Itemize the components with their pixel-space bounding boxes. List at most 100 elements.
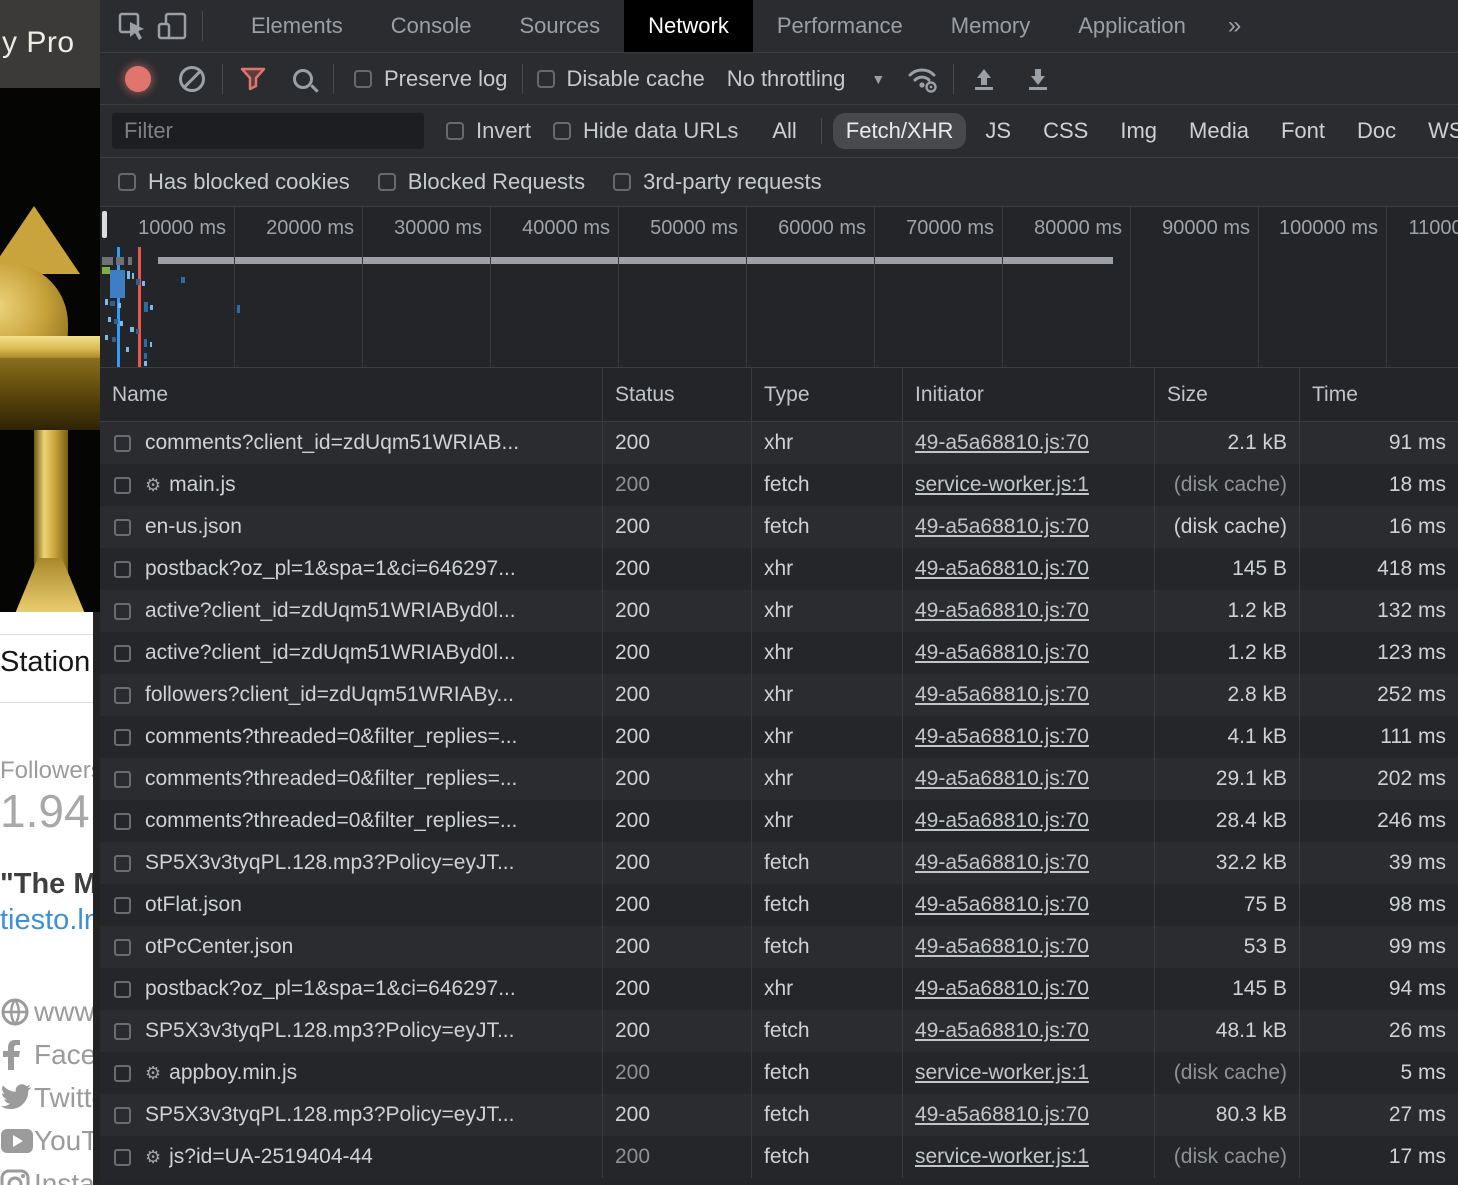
initiator-link[interactable]: 49-a5a68810.js:70	[915, 431, 1089, 455]
initiator-link[interactable]: 49-a5a68810.js:70	[915, 515, 1089, 539]
hide-data-urls-checkbox[interactable]	[553, 122, 571, 140]
row-checkbox[interactable]	[114, 1107, 131, 1124]
initiator-link[interactable]: 49-a5a68810.js:70	[915, 683, 1089, 707]
social-link-insta[interactable]: Insta	[0, 1162, 100, 1185]
blocked-requests-toggle[interactable]: Blocked Requests	[378, 169, 585, 195]
initiator-link[interactable]: 49-a5a68810.js:70	[915, 809, 1089, 833]
row-checkbox[interactable]	[114, 981, 131, 998]
column-header-initiator[interactable]: Initiator	[903, 368, 1155, 421]
has-blocked-cookies-toggle[interactable]: Has blocked cookies	[118, 169, 350, 195]
initiator-link[interactable]: 49-a5a68810.js:70	[915, 641, 1089, 665]
clear-icon[interactable]	[172, 61, 212, 97]
table-row[interactable]: ⚙js?id=UA-2519404-44200fetchservice-work…	[100, 1136, 1458, 1178]
column-header-size[interactable]: Size	[1155, 368, 1300, 421]
social-link-youtu[interactable]: YouTu	[0, 1119, 100, 1162]
preserve-log-checkbox[interactable]	[354, 70, 372, 88]
checkbox[interactable]	[118, 173, 136, 191]
row-checkbox[interactable]	[114, 771, 131, 788]
tab-performance[interactable]: Performance	[753, 0, 927, 52]
filter-type-js[interactable]: JS	[972, 113, 1024, 149]
filter-icon[interactable]	[233, 61, 273, 97]
initiator-link[interactable]: service-worker.js:1	[915, 1145, 1089, 1169]
table-row[interactable]: followers?client_id=zdUqm51WRIABy...200x…	[100, 674, 1458, 716]
column-header-status[interactable]: Status	[603, 368, 752, 421]
tab-elements[interactable]: Elements	[227, 0, 367, 52]
disable-cache-checkbox[interactable]	[537, 70, 555, 88]
table-row[interactable]: active?client_id=zdUqm51WRIAByd0l...200x…	[100, 632, 1458, 674]
checkbox[interactable]	[378, 173, 396, 191]
row-checkbox[interactable]	[114, 1023, 131, 1040]
invert-checkbox[interactable]	[446, 122, 464, 140]
social-link-www[interactable]: www.	[0, 990, 100, 1033]
hide-data-urls-toggle[interactable]: Hide data URLs	[553, 118, 738, 144]
column-header-type[interactable]: Type	[752, 368, 903, 421]
throttling-select[interactable]: No throttling ▼	[727, 66, 885, 92]
row-checkbox[interactable]	[114, 729, 131, 746]
table-row[interactable]: comments?threaded=0&filter_replies=...20…	[100, 758, 1458, 800]
initiator-link[interactable]: 49-a5a68810.js:70	[915, 935, 1089, 959]
table-row[interactable]: comments?threaded=0&filter_replies=...20…	[100, 716, 1458, 758]
initiator-link[interactable]: 49-a5a68810.js:70	[915, 1103, 1089, 1127]
timeline-overview[interactable]: 10000 ms20000 ms30000 ms40000 ms50000 ms…	[100, 207, 1458, 368]
filter-type-all[interactable]: All	[759, 113, 809, 149]
initiator-link[interactable]: 49-a5a68810.js:70	[915, 977, 1089, 1001]
checkbox[interactable]	[613, 173, 631, 191]
preserve-log-toggle[interactable]: Preserve log	[354, 66, 508, 92]
initiator-link[interactable]: 49-a5a68810.js:70	[915, 893, 1089, 917]
table-row[interactable]: postback?oz_pl=1&spa=1&ci=646297...200xh…	[100, 548, 1458, 590]
tab-sources[interactable]: Sources	[495, 0, 624, 52]
column-header-name[interactable]: Name	[100, 368, 603, 421]
import-har-icon[interactable]	[964, 61, 1004, 97]
row-checkbox[interactable]	[114, 645, 131, 662]
row-checkbox[interactable]	[114, 897, 131, 914]
table-row[interactable]: SP5X3v3tyqPL.128.mp3?Policy=eyJT...200fe…	[100, 842, 1458, 884]
station-tab-label[interactable]: Station	[0, 646, 90, 679]
table-row[interactable]: ⚙appboy.min.js200fetchservice-worker.js:…	[100, 1052, 1458, 1094]
initiator-link[interactable]: service-worker.js:1	[915, 473, 1089, 497]
initiator-link[interactable]: service-worker.js:1	[915, 1061, 1089, 1085]
tab-console[interactable]: Console	[367, 0, 496, 52]
row-checkbox[interactable]	[114, 855, 131, 872]
network-conditions-icon[interactable]	[903, 61, 943, 97]
row-checkbox[interactable]	[114, 813, 131, 830]
row-checkbox[interactable]	[114, 519, 131, 536]
row-checkbox[interactable]	[114, 939, 131, 956]
row-checkbox[interactable]	[114, 1149, 131, 1166]
disable-cache-toggle[interactable]: Disable cache	[537, 66, 705, 92]
initiator-link[interactable]: 49-a5a68810.js:70	[915, 851, 1089, 875]
filter-type-css[interactable]: CSS	[1030, 113, 1101, 149]
export-har-icon[interactable]	[1018, 61, 1058, 97]
initiator-link[interactable]: 49-a5a68810.js:70	[915, 725, 1089, 749]
table-row[interactable]: SP5X3v3tyqPL.128.mp3?Policy=eyJT...200fe…	[100, 1094, 1458, 1136]
record-icon[interactable]	[118, 61, 158, 97]
column-header-time[interactable]: Time	[1300, 368, 1458, 421]
row-checkbox[interactable]	[114, 435, 131, 452]
tab-application[interactable]: Application	[1054, 0, 1210, 52]
promo-link[interactable]: tiesto.lnk	[0, 904, 100, 937]
table-row[interactable]: active?client_id=zdUqm51WRIAByd0l...200x…	[100, 590, 1458, 632]
filter-input[interactable]	[112, 113, 424, 149]
row-checkbox[interactable]	[114, 603, 131, 620]
social-link-twitte[interactable]: Twitte	[0, 1076, 100, 1119]
more-tabs-button[interactable]: »	[1210, 12, 1259, 40]
inspect-element-icon[interactable]	[112, 8, 152, 44]
initiator-link[interactable]: 49-a5a68810.js:70	[915, 557, 1089, 581]
initiator-link[interactable]: 49-a5a68810.js:70	[915, 767, 1089, 791]
search-icon[interactable]	[283, 61, 323, 97]
row-checkbox[interactable]	[114, 1065, 131, 1082]
filter-type-font[interactable]: Font	[1268, 113, 1338, 149]
tab-network[interactable]: Network	[624, 0, 753, 52]
table-row[interactable]: comments?client_id=zdUqm51WRIAB...200xhr…	[100, 422, 1458, 464]
device-toolbar-icon[interactable]	[152, 8, 192, 44]
filter-type-img[interactable]: Img	[1107, 113, 1170, 149]
filter-type-media[interactable]: Media	[1176, 113, 1262, 149]
filter-type-fetch-xhr[interactable]: Fetch/XHR	[833, 113, 967, 149]
initiator-link[interactable]: 49-a5a68810.js:70	[915, 1019, 1089, 1043]
filter-type-ws[interactable]: WS	[1415, 113, 1458, 149]
table-row[interactable]: ⚙main.js200fetchservice-worker.js:1(disk…	[100, 464, 1458, 506]
filter-type-doc[interactable]: Doc	[1344, 113, 1409, 149]
social-link-faceb[interactable]: Faceb	[0, 1033, 100, 1076]
row-checkbox[interactable]	[114, 687, 131, 704]
initiator-link[interactable]: 49-a5a68810.js:70	[915, 599, 1089, 623]
table-row[interactable]: postback?oz_pl=1&spa=1&ci=646297...200xh…	[100, 968, 1458, 1010]
